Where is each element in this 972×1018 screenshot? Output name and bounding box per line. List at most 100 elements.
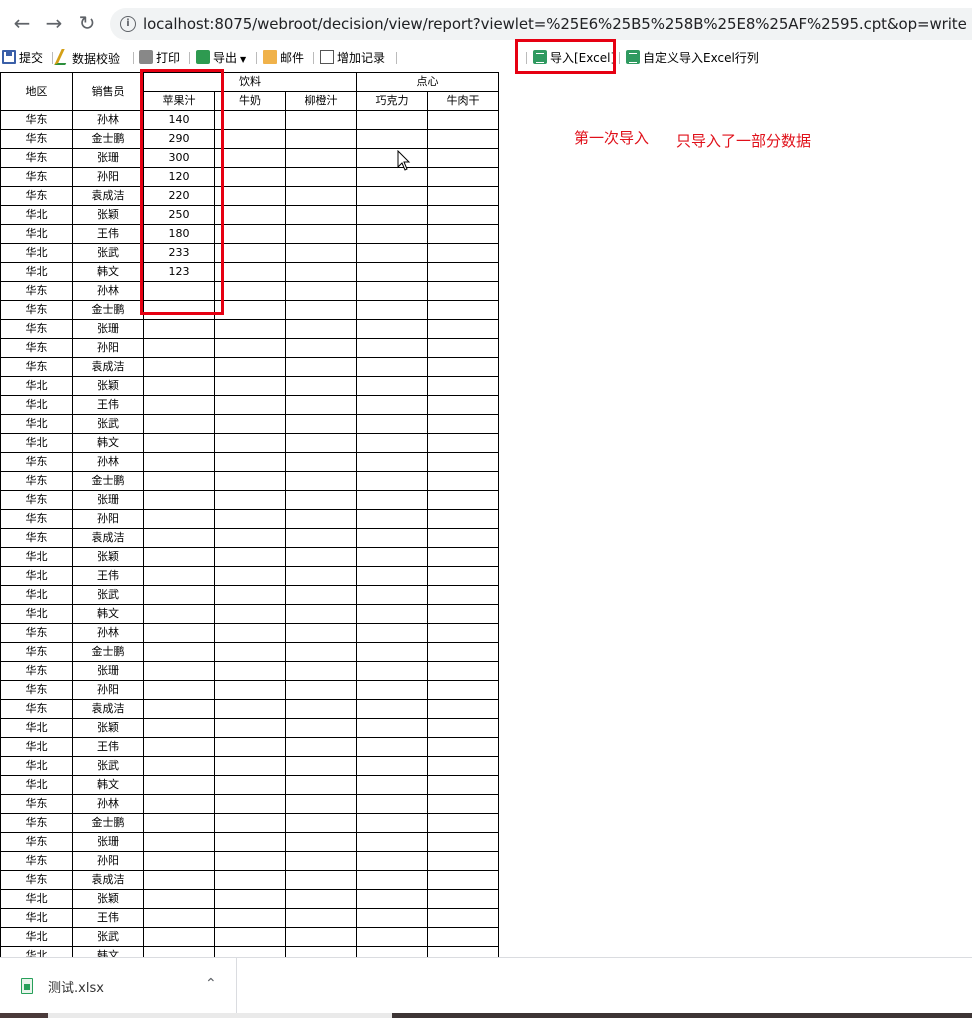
orange-juice-cell[interactable] [285, 205, 357, 225]
milk-cell[interactable] [214, 642, 286, 662]
orange-juice-cell[interactable] [285, 148, 357, 168]
region-cell[interactable]: 华东 [0, 832, 73, 852]
region-cell[interactable]: 华东 [0, 300, 73, 320]
salesperson-cell[interactable]: 孙林 [72, 794, 144, 814]
milk-cell[interactable] [214, 243, 286, 263]
milk-cell[interactable] [214, 414, 286, 434]
chocolate-cell[interactable] [356, 870, 428, 890]
region-cell[interactable]: 华北 [0, 889, 73, 909]
region-cell[interactable]: 华东 [0, 471, 73, 491]
jerky-cell[interactable] [427, 585, 499, 605]
orange-juice-cell[interactable] [285, 870, 357, 890]
milk-cell[interactable] [214, 205, 286, 225]
milk-cell[interactable] [214, 889, 286, 909]
milk-cell[interactable] [214, 832, 286, 852]
region-cell[interactable]: 华北 [0, 737, 73, 757]
apple-juice-cell[interactable] [143, 585, 215, 605]
region-cell[interactable]: 华东 [0, 186, 73, 206]
chocolate-cell[interactable] [356, 585, 428, 605]
jerky-cell[interactable] [427, 224, 499, 244]
region-cell[interactable]: 华东 [0, 452, 73, 472]
orange-juice-cell[interactable] [285, 395, 357, 415]
apple-juice-cell[interactable] [143, 794, 215, 814]
region-cell[interactable]: 华东 [0, 870, 73, 890]
jerky-cell[interactable] [427, 946, 499, 957]
milk-cell[interactable] [214, 661, 286, 681]
jerky-cell[interactable] [427, 433, 499, 453]
milk-cell[interactable] [214, 851, 286, 871]
jerky-cell[interactable] [427, 262, 499, 282]
add-record-button[interactable]: 增加记录 [320, 49, 385, 67]
salesperson-cell[interactable]: 王伟 [72, 737, 144, 757]
chocolate-cell[interactable] [356, 319, 428, 339]
salesperson-cell[interactable]: 张珊 [72, 832, 144, 852]
region-cell[interactable]: 华北 [0, 908, 73, 928]
jerky-cell[interactable] [427, 148, 499, 168]
orange-juice-cell[interactable] [285, 490, 357, 510]
region-cell[interactable]: 华北 [0, 775, 73, 795]
chocolate-cell[interactable] [356, 376, 428, 396]
salesperson-cell[interactable]: 金士鹏 [72, 642, 144, 662]
salesperson-cell[interactable]: 张武 [72, 756, 144, 776]
orange-juice-cell[interactable] [285, 357, 357, 377]
jerky-cell[interactable] [427, 813, 499, 833]
apple-juice-cell[interactable] [143, 756, 215, 776]
milk-cell[interactable] [214, 547, 286, 567]
salesperson-cell[interactable]: 张颖 [72, 205, 144, 225]
apple-juice-cell[interactable] [143, 433, 215, 453]
salesperson-cell[interactable]: 金士鹏 [72, 813, 144, 833]
jerky-cell[interactable] [427, 186, 499, 206]
milk-cell[interactable] [214, 699, 286, 719]
jerky-cell[interactable] [427, 490, 499, 510]
download-filename[interactable]: 测试.xlsx [48, 977, 104, 996]
chocolate-cell[interactable] [356, 300, 428, 320]
salesperson-cell[interactable]: 袁成洁 [72, 699, 144, 719]
milk-cell[interactable] [214, 813, 286, 833]
milk-cell[interactable] [214, 946, 286, 957]
milk-cell[interactable] [214, 718, 286, 738]
orange-juice-cell[interactable] [285, 566, 357, 586]
apple-juice-cell[interactable] [143, 376, 215, 396]
region-cell[interactable]: 华东 [0, 661, 73, 681]
chocolate-cell[interactable] [356, 490, 428, 510]
region-cell[interactable]: 华北 [0, 946, 73, 957]
orange-juice-cell[interactable] [285, 908, 357, 928]
region-cell[interactable]: 华东 [0, 148, 73, 168]
apple-juice-cell[interactable] [143, 889, 215, 909]
orange-juice-cell[interactable] [285, 794, 357, 814]
milk-cell[interactable] [214, 908, 286, 928]
apple-juice-cell[interactable] [143, 547, 215, 567]
region-cell[interactable]: 华东 [0, 623, 73, 643]
jerky-cell[interactable] [427, 566, 499, 586]
region-cell[interactable]: 华北 [0, 585, 73, 605]
milk-cell[interactable] [214, 129, 286, 149]
chocolate-cell[interactable] [356, 566, 428, 586]
orange-juice-cell[interactable] [285, 319, 357, 339]
apple-juice-cell[interactable] [143, 604, 215, 624]
orange-juice-cell[interactable] [285, 585, 357, 605]
apple-juice-cell[interactable] [143, 832, 215, 852]
jerky-cell[interactable] [427, 756, 499, 776]
url-text[interactable]: localhost:8075/webroot/decision/view/rep… [143, 15, 967, 33]
orange-juice-cell[interactable] [285, 167, 357, 187]
orange-juice-cell[interactable] [285, 946, 357, 957]
print-button[interactable]: 打印 [139, 49, 180, 67]
chocolate-cell[interactable] [356, 110, 428, 130]
region-cell[interactable]: 华东 [0, 813, 73, 833]
jerky-cell[interactable] [427, 927, 499, 947]
orange-juice-cell[interactable] [285, 680, 357, 700]
milk-cell[interactable] [214, 509, 286, 529]
milk-cell[interactable] [214, 566, 286, 586]
region-cell[interactable]: 华北 [0, 566, 73, 586]
jerky-cell[interactable] [427, 357, 499, 377]
salesperson-cell[interactable]: 孙林 [72, 281, 144, 301]
region-cell[interactable]: 华北 [0, 433, 73, 453]
salesperson-cell[interactable]: 张颖 [72, 376, 144, 396]
jerky-cell[interactable] [427, 661, 499, 681]
salesperson-cell[interactable]: 张珊 [72, 661, 144, 681]
milk-cell[interactable] [214, 585, 286, 605]
jerky-cell[interactable] [427, 889, 499, 909]
orange-juice-cell[interactable] [285, 509, 357, 529]
jerky-cell[interactable] [427, 623, 499, 643]
milk-cell[interactable] [214, 870, 286, 890]
